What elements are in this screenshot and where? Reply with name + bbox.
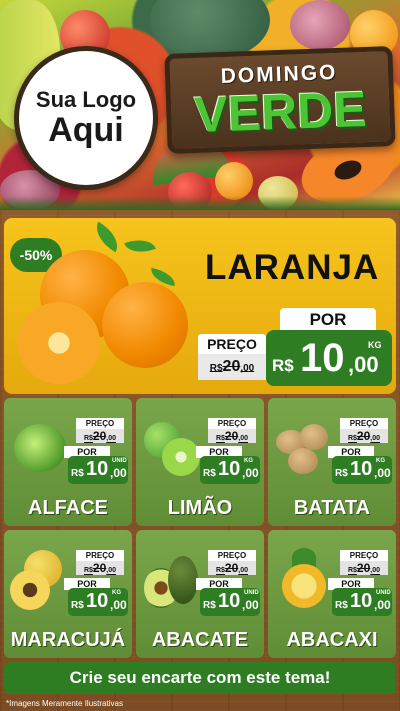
old-price-value: R$20,00	[76, 429, 124, 443]
currency: R$	[335, 468, 348, 479]
price-unit: KG	[376, 458, 385, 464]
price-integer: 10	[350, 458, 373, 480]
old-price-label: PREÇO	[340, 550, 388, 561]
new-price: R$ 10,00 UNID	[68, 456, 128, 484]
price-unit: UNID	[376, 590, 391, 596]
product-name: ALFACE	[28, 497, 108, 519]
old-price: PREÇO R$20,00	[340, 418, 388, 443]
lime-icon	[140, 416, 202, 478]
price-decimal: ,00	[110, 466, 127, 480]
old-price: PREÇO R$20,00	[208, 418, 256, 443]
currency: R$	[71, 600, 84, 611]
price-integer: 10	[86, 458, 109, 480]
potato-icon	[272, 416, 334, 478]
old-price: PREÇO R$20,00	[76, 418, 124, 443]
featured-old-price: PREÇO R$20,00	[198, 334, 266, 380]
price-unit: KG	[368, 340, 382, 350]
product-card[interactable]: PREÇO R$20,00 POR R$ 10,00 UNID ABACAXI	[268, 530, 396, 658]
old-price-value: R$20,00	[340, 561, 388, 575]
price-integer: 10	[218, 590, 241, 612]
featured-name: LARANJA	[205, 248, 380, 287]
product-name: ABACATE	[151, 629, 249, 651]
page-title: VERDE	[193, 81, 368, 143]
logo-line2: Aqui	[48, 111, 124, 150]
currency: R$	[272, 356, 294, 375]
product-card[interactable]: PREÇO R$20,00 POR R$ 10,00 UNID ABACATE	[136, 530, 264, 658]
header-fruit-banner: Sua Logo Aqui DOMINGO VERDE	[0, 0, 400, 210]
old-price-label: PREÇO	[340, 418, 388, 429]
orange-icon	[215, 162, 253, 200]
footnote: *Imagens Meramente Ilustrativas	[6, 699, 123, 708]
old-price-value: R$20,00	[76, 561, 124, 575]
old-price: PREÇO R$20,00	[340, 550, 388, 575]
old-price-value: R$20,00	[208, 429, 256, 443]
product-name: ABACAXI	[286, 629, 378, 651]
featured-new-price: R$ 10 ,00 KG	[266, 330, 392, 386]
logo-placeholder[interactable]: Sua Logo Aqui	[14, 46, 158, 190]
new-price-label: POR	[280, 308, 376, 332]
grape-icon	[290, 0, 350, 50]
new-price: R$ 10,00 KG	[200, 456, 260, 484]
old-price-value: R$20,00	[340, 429, 388, 443]
currency: R$	[71, 468, 84, 479]
pineapple-icon	[272, 548, 334, 610]
old-price-value: R$20,00	[198, 354, 266, 380]
price-integer: 10	[86, 590, 109, 612]
price-integer: 10	[350, 590, 373, 612]
lettuce-icon	[8, 416, 70, 478]
product-card[interactable]: PREÇO R$20,00 POR R$ 10,00 UNID ALFACE	[4, 398, 132, 526]
product-name: LIMÃO	[167, 497, 233, 519]
product-card[interactable]: PREÇO R$20,00 POR R$ 10,00 KG MARACUJÁ	[4, 530, 132, 658]
price-integer: 10	[218, 458, 241, 480]
passion-fruit-icon	[8, 548, 70, 610]
price-unit: UNID	[244, 590, 259, 596]
old-price: PREÇO R$20,00	[76, 550, 124, 575]
product-name: BATATA	[293, 497, 371, 519]
price-integer: 10	[300, 336, 345, 380]
currency: R$	[335, 600, 348, 611]
old-price-label: PREÇO	[208, 418, 256, 429]
currency: R$	[203, 468, 216, 479]
new-price: R$ 10,00 KG	[332, 456, 392, 484]
old-price-label: PREÇO	[76, 550, 124, 561]
new-price: R$ 10,00 UNID	[332, 588, 392, 616]
price-decimal: ,00	[348, 352, 379, 377]
price-unit: KG	[112, 590, 121, 596]
cta-button[interactable]: Crie seu encarte com este tema!	[4, 662, 396, 694]
price-decimal: ,00	[242, 466, 259, 480]
price-decimal: ,00	[110, 598, 127, 612]
product-name: MARACUJÁ	[10, 629, 126, 651]
pear-icon	[258, 176, 298, 210]
old-price-label: PREÇO	[76, 418, 124, 429]
apple-icon	[168, 172, 212, 210]
price-decimal: ,00	[374, 466, 391, 480]
price-decimal: ,00	[374, 598, 391, 612]
price-unit: KG	[244, 458, 253, 464]
price-unit: UNID	[112, 458, 127, 464]
new-price: R$ 10,00 KG	[68, 588, 128, 616]
old-price-label: PREÇO	[208, 550, 256, 561]
currency: R$	[203, 600, 216, 611]
old-price-label: PREÇO	[198, 334, 266, 354]
logo-line1: Sua Logo	[35, 87, 137, 113]
product-card[interactable]: PREÇO R$20,00 POR R$ 10,00 KG BATATA	[268, 398, 396, 526]
old-price: PREÇO R$20,00	[208, 550, 256, 575]
avocado-icon	[140, 548, 202, 610]
title-board: DOMINGO VERDE	[164, 46, 396, 154]
product-card[interactable]: PREÇO R$20,00 POR R$ 10,00 KG LIMÃO	[136, 398, 264, 526]
old-price-value: R$20,00	[208, 561, 256, 575]
price-decimal: ,00	[242, 598, 259, 612]
new-price: R$ 10,00 UNID	[200, 588, 260, 616]
